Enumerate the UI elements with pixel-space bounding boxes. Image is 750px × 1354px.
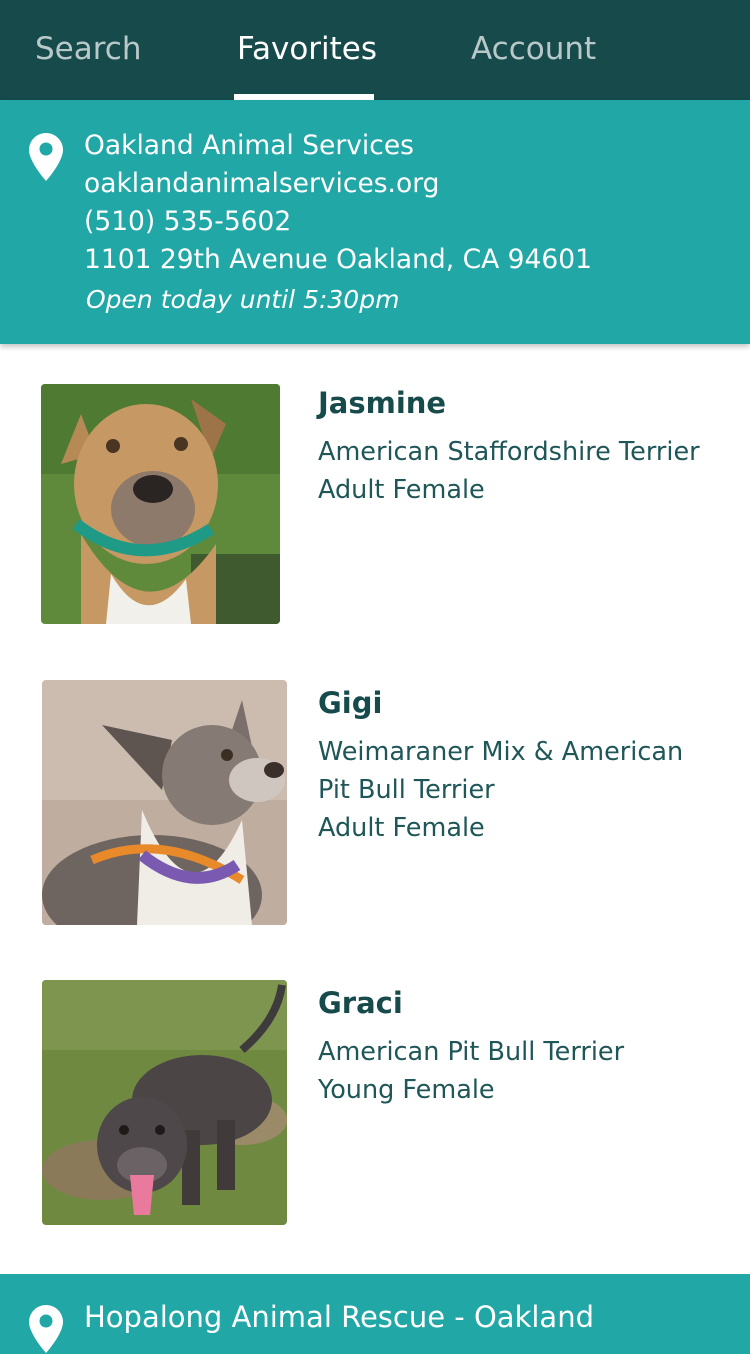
animal-photo-gigi[interactable]: [42, 680, 287, 925]
animal-photo-graci[interactable]: [42, 980, 287, 1225]
shelter-website-link[interactable]: oaklandanimalservices.org: [84, 165, 439, 203]
tab-account[interactable]: Account: [471, 0, 596, 100]
location-pin-icon: [29, 1305, 63, 1353]
animal-breed: Weimaraner Mix & American: [318, 737, 684, 767]
animal-name[interactable]: Graci: [318, 984, 403, 1022]
animal-age-sex: Young Female: [318, 1075, 495, 1105]
shelter-phone-link[interactable]: (510) 535-5602: [84, 203, 291, 241]
list-item-animal-jasmine[interactable]: Jasmine American Staffordshire Terrier A…: [0, 384, 750, 634]
animal-age-sex: Adult Female: [318, 813, 485, 843]
animal-photo-jasmine[interactable]: [41, 384, 280, 624]
shelter-header-hopalong[interactable]: Hopalong Animal Rescue - Oakland: [0, 1274, 750, 1354]
tab-search[interactable]: Search: [35, 0, 142, 100]
location-pin-icon: [29, 133, 63, 181]
animal-breed: American Pit Bull Terrier: [318, 1037, 625, 1067]
list-item-animal-graci[interactable]: Graci American Pit Bull Terrier Young Fe…: [0, 980, 750, 1230]
shelter-address[interactable]: 1101 29th Avenue Oakland, CA 94601: [84, 241, 592, 279]
animal-name[interactable]: Jasmine: [318, 384, 446, 422]
list-item-animal-gigi[interactable]: Gigi Weimaraner Mix & American Pit Bull …: [0, 680, 750, 930]
animal-breed-continued: Pit Bull Terrier: [318, 775, 495, 805]
animal-breed: American Staffordshire Terrier: [318, 437, 700, 467]
top-navigation: Search Favorites Account: [0, 0, 750, 100]
animal-name[interactable]: Gigi: [318, 684, 382, 722]
shelter-header-oakland-animal-services[interactable]: Oakland Animal Services oaklandanimalser…: [0, 100, 750, 344]
shelter-hours: Open today until 5:30pm: [86, 285, 400, 314]
animal-age-sex: Adult Female: [318, 475, 485, 505]
tab-favorites[interactable]: Favorites: [237, 0, 377, 100]
shelter-name: Hopalong Animal Rescue - Oakland: [84, 1300, 594, 1334]
shelter-name: Oakland Animal Services: [84, 130, 414, 161]
